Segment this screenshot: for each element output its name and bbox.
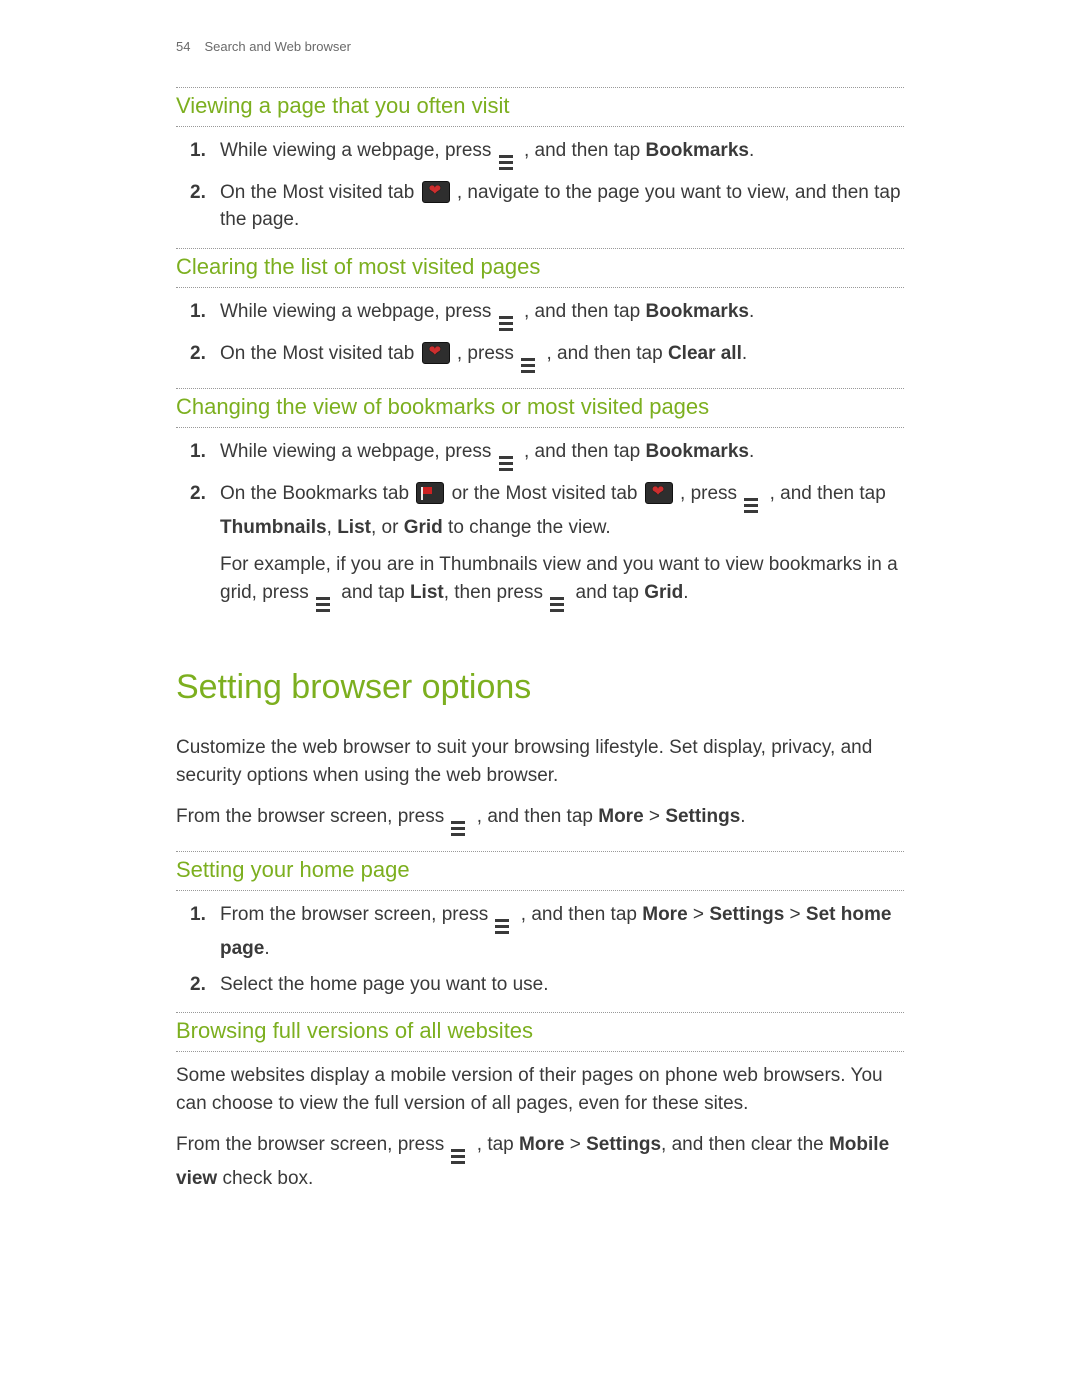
heading-viewing-often: Viewing a page that you often visit (176, 87, 904, 127)
menu-icon (495, 918, 513, 935)
step: While viewing a webpage, press , and the… (176, 438, 904, 472)
step: Select the home page you want to use. (176, 971, 904, 999)
step: From the browser screen, press , and the… (176, 901, 904, 963)
menu-icon (550, 596, 568, 613)
menu-icon (316, 596, 334, 613)
heading-clearing-list: Clearing the list of most visited pages (176, 248, 904, 288)
heading-setting-browser-options: Setting browser options (176, 663, 904, 712)
paragraph: Customize the web browser to suit your b… (176, 734, 904, 789)
menu-icon (521, 357, 539, 374)
page-number: 54 (176, 38, 190, 57)
step: While viewing a webpage, press , and the… (176, 137, 904, 171)
heading-home-page: Setting your home page (176, 851, 904, 891)
steps-clearing-list: While viewing a webpage, press , and the… (176, 298, 904, 374)
most-visited-tab-icon (422, 181, 450, 203)
steps-home-page: From the browser screen, press , and the… (176, 901, 904, 998)
header-section-title: Search and Web browser (204, 38, 350, 57)
paragraph: From the browser screen, press , and the… (176, 803, 904, 837)
menu-icon (744, 497, 762, 514)
step: While viewing a webpage, press , and the… (176, 298, 904, 332)
bookmarks-tab-icon (416, 482, 444, 504)
page-header: 54 Search and Web browser (176, 38, 904, 57)
manual-page: 54 Search and Web browser Viewing a page… (0, 0, 1080, 1247)
paragraph: Some websites display a mobile version o… (176, 1062, 904, 1117)
heading-changing-view: Changing the view of bookmarks or most v… (176, 388, 904, 428)
menu-icon (499, 154, 517, 171)
most-visited-tab-icon (645, 482, 673, 504)
note-changing-view: For example, if you are in Thumbnails vi… (220, 551, 904, 613)
step: On the Most visited tab , press , and th… (176, 340, 904, 374)
step: On the Most visited tab , navigate to th… (176, 179, 904, 234)
steps-changing-view: While viewing a webpage, press , and the… (176, 438, 904, 542)
menu-icon (499, 315, 517, 332)
menu-icon (499, 455, 517, 472)
paragraph: From the browser screen, press , tap Mor… (176, 1131, 904, 1193)
steps-viewing-often: While viewing a webpage, press , and the… (176, 137, 904, 234)
heading-full-versions: Browsing full versions of all websites (176, 1012, 904, 1052)
step: On the Bookmarks tab or the Most visited… (176, 480, 904, 542)
menu-icon (451, 820, 469, 837)
most-visited-tab-icon (422, 342, 450, 364)
menu-icon (451, 1148, 469, 1165)
